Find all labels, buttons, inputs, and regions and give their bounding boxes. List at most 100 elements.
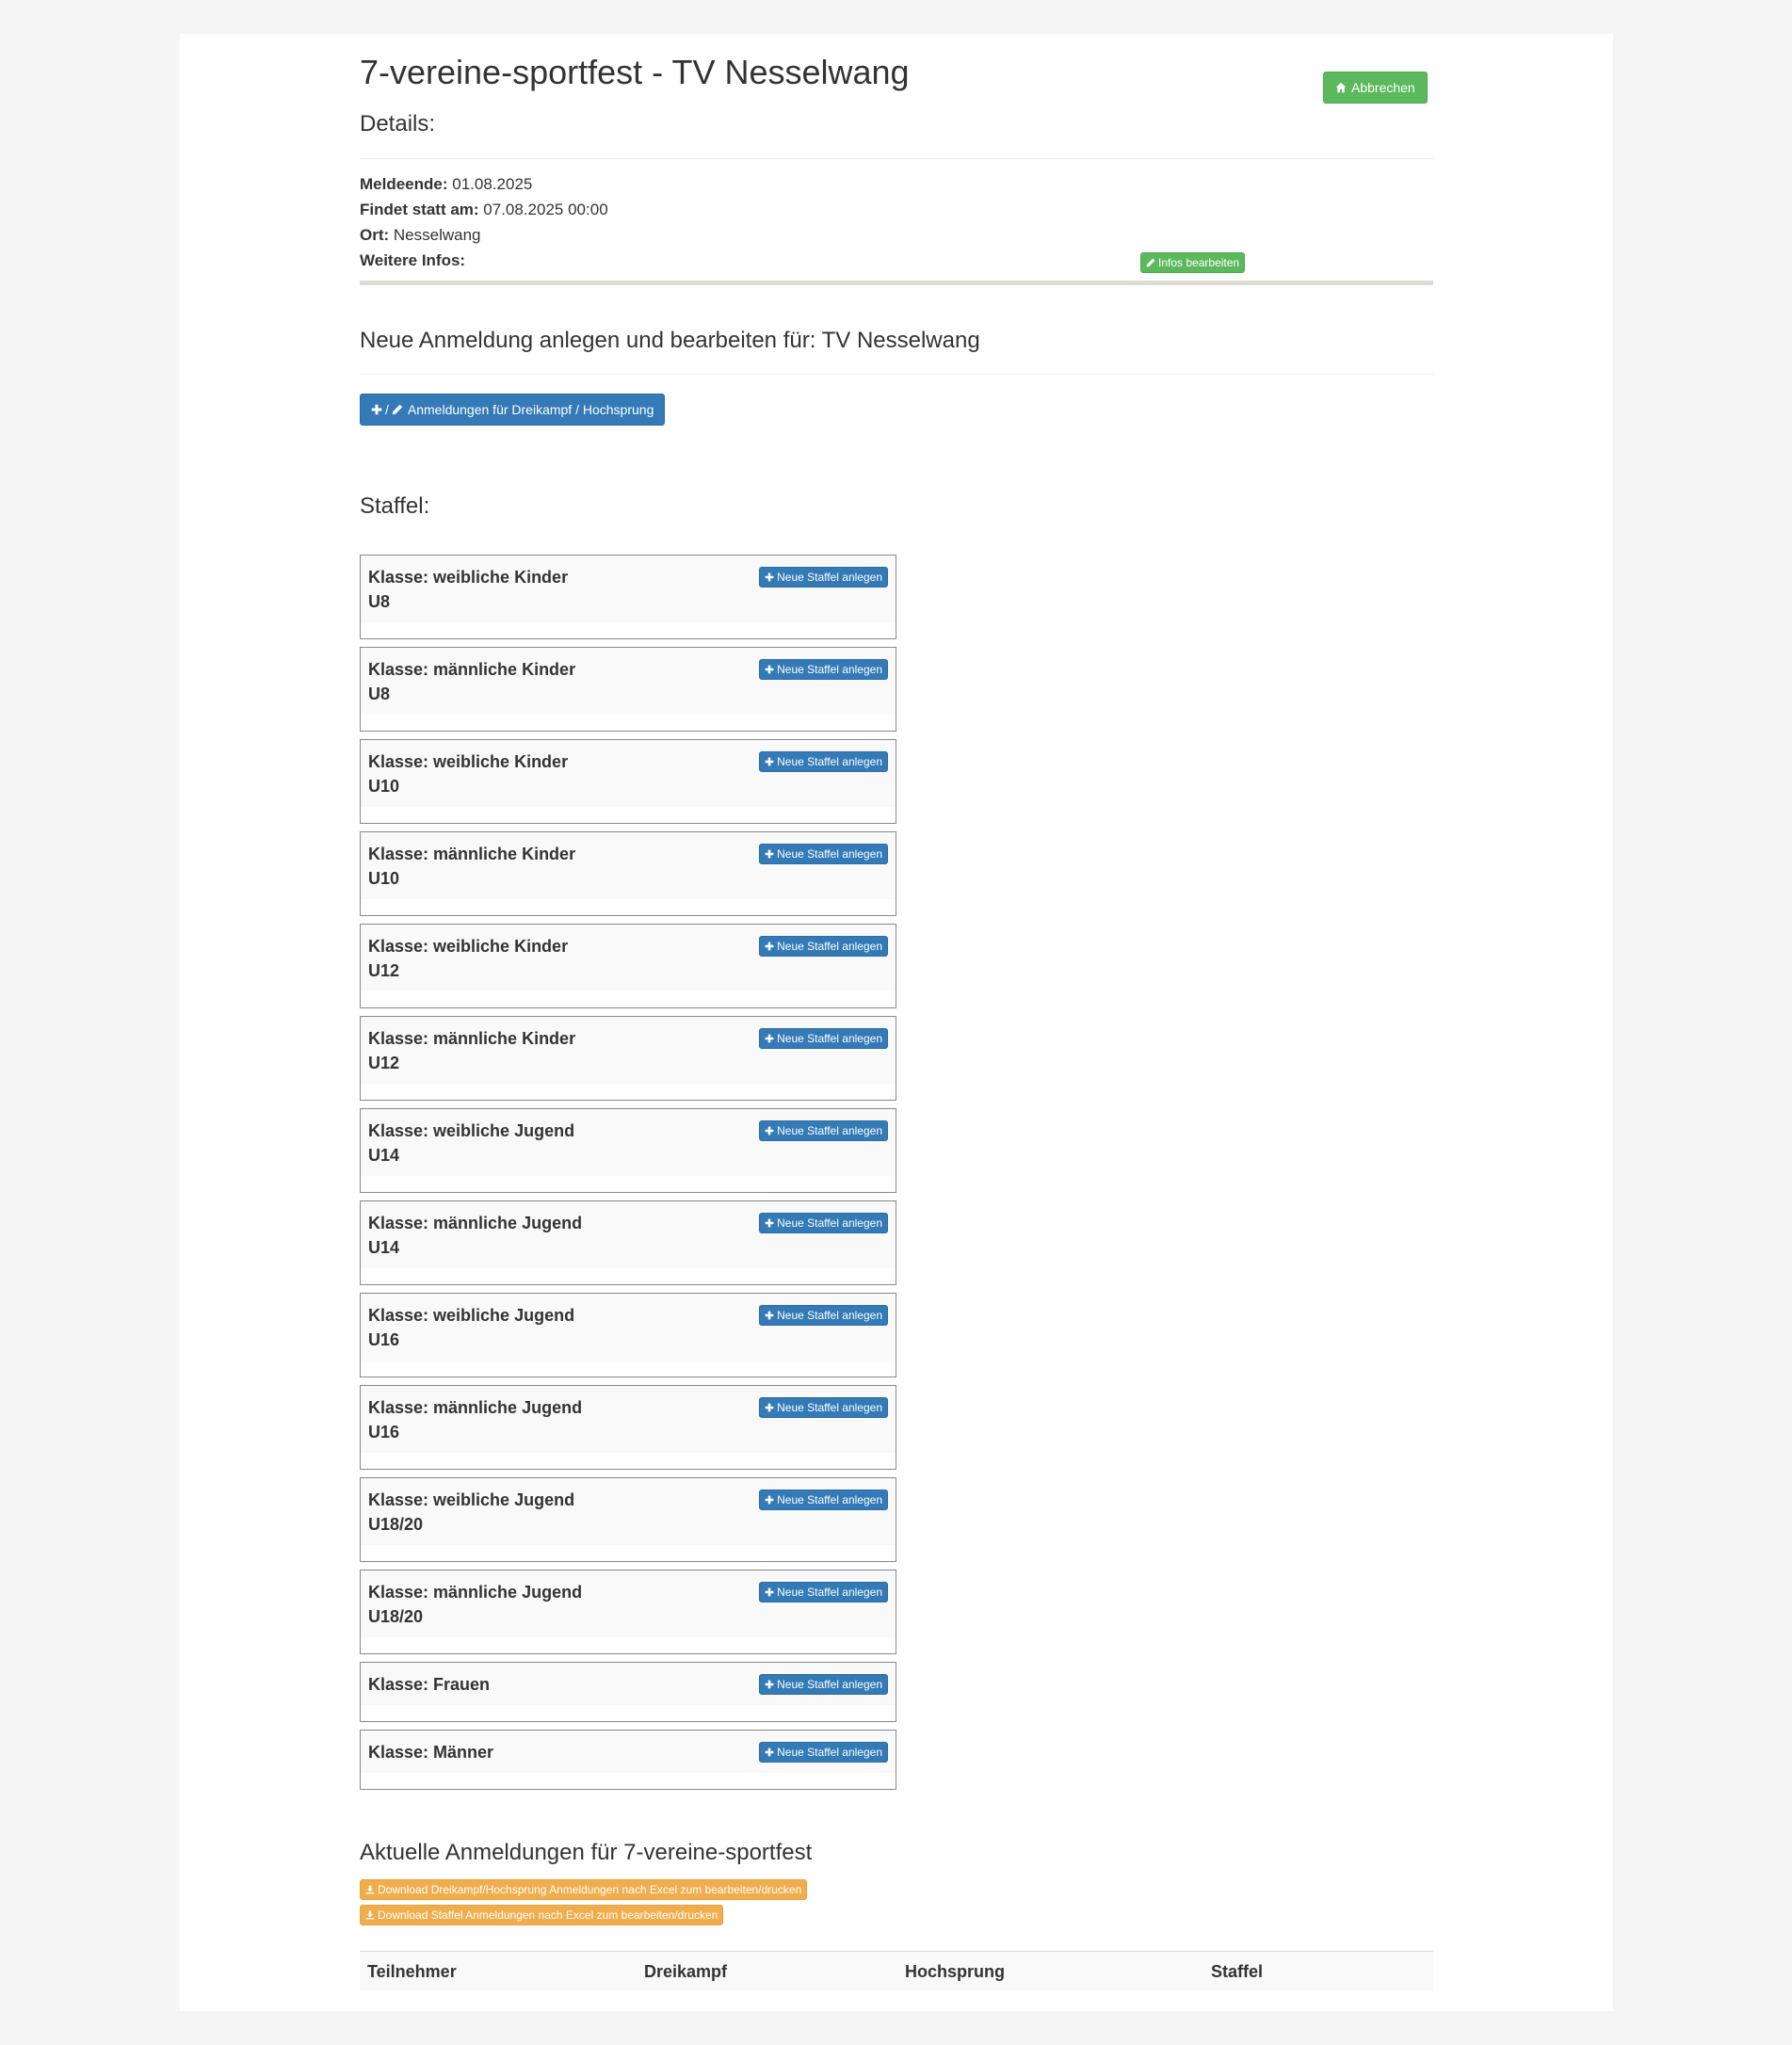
plus-icon xyxy=(765,757,774,766)
staffel-class-title: Klasse: männliche Jugend xyxy=(368,1583,583,1602)
new-staffel-button[interactable]: Neue Staffel anlegen xyxy=(759,1582,888,1602)
plus-icon xyxy=(765,1587,774,1597)
staffel-class-header: Klasse: weibliche Kinder U12 Neue Staffel … xyxy=(361,925,896,991)
new-staffel-label: Neue Staffel anlegen xyxy=(777,755,882,768)
staffel-class-title: Klasse: weibliche Kinder xyxy=(368,752,569,771)
plus-icon xyxy=(765,1495,774,1505)
new-staffel-label: Neue Staffel anlegen xyxy=(777,1493,882,1506)
staffel-class-name: Klasse: weibliche Kinder U12 xyxy=(368,934,632,983)
registration-dreikampf-button[interactable]: / Anmeldungen für Dreikampf / Hochsprung xyxy=(360,394,666,426)
staffel-class-panel: Klasse: weibliche Kinder U12 Neue Staffel … xyxy=(360,924,896,1008)
staffel-class-header: Klasse: männliche Kinder U12 Neue Staffel … xyxy=(361,1017,896,1084)
staffel-class-title: Klasse: männliche Jugend xyxy=(368,1214,583,1232)
staffel-class-title: Klasse: weibliche Jugend xyxy=(368,1121,575,1140)
download-icon xyxy=(365,1910,375,1920)
new-staffel-button[interactable]: Neue Staffel anlegen xyxy=(759,936,888,957)
column-header-teilnehmer: Teilnehmer xyxy=(367,1962,457,1981)
new-staffel-label: Neue Staffel anlegen xyxy=(777,940,882,953)
info-findet-label: Findet statt am: xyxy=(360,201,479,218)
edit-infos-button[interactable]: Infos bearbeiten xyxy=(1140,252,1246,273)
staffel-class-header: Klasse: weibliche Kinder U8 Neue Staffel a… xyxy=(361,556,896,622)
info-weitere-label: Weitere Infos: xyxy=(360,251,466,269)
info-ort-label: Ort: xyxy=(360,226,390,244)
staffel-class-title: Klasse: männliche Kinder xyxy=(368,1029,576,1048)
new-staffel-label: Neue Staffel anlegen xyxy=(777,847,882,861)
staffel-class-name: Klasse: weibliche Jugend U18/20 xyxy=(368,1488,632,1537)
staffel-class-age: U10 xyxy=(368,777,400,796)
staffel-class-panel: Klasse: weibliche Kinder U8 Neue Staffel a… xyxy=(360,555,896,639)
staffel-class-header: Klasse: Frauen Neue Staffel anlegen xyxy=(361,1663,896,1705)
pencil-icon xyxy=(392,404,403,415)
new-staffel-button[interactable]: Neue Staffel anlegen xyxy=(759,1674,888,1695)
new-staffel-label: Neue Staffel anlegen xyxy=(777,1401,882,1414)
new-staffel-button[interactable]: Neue Staffel anlegen xyxy=(759,1397,888,1418)
page-container: 7-vereine-sportfest - TV Nesselwang Abbr… xyxy=(180,34,1613,2011)
staffel-class-header: Klasse: weibliche Kinder U10 Neue Staffel … xyxy=(361,740,896,807)
new-staffel-button[interactable]: Neue Staffel anlegen xyxy=(759,1742,888,1763)
staffel-class-name: Klasse: männliche Jugend U14 xyxy=(368,1211,632,1260)
staffel-class-name: Klasse: weibliche Kinder U10 xyxy=(368,749,632,798)
staffel-class-header: Klasse: männliche Kinder U10 Neue Staffel … xyxy=(361,832,896,899)
new-staffel-label: Neue Staffel anlegen xyxy=(777,1124,882,1137)
staffel-class-name: Klasse: männliche Jugend U16 xyxy=(368,1395,632,1444)
new-staffel-button[interactable]: Neue Staffel anlegen xyxy=(759,567,888,588)
home-icon xyxy=(1335,82,1347,93)
staffel-class-panel: Klasse: weibliche Jugend U18/20 Neue Staff… xyxy=(360,1477,896,1562)
download-dreikampf-button[interactable]: Download Dreikampf/Hochsprung Anmeldunge… xyxy=(360,1879,808,1900)
new-registration-heading: Neue Anmeldung anlegen und bearbeiten fü… xyxy=(360,328,980,353)
download-staffel-label: Download Staffel Anmeldungen nach Excel … xyxy=(378,1908,718,1922)
plus-icon xyxy=(765,1126,774,1135)
divider xyxy=(360,158,1433,159)
column-header-hochsprung: Hochsprung xyxy=(905,1962,1005,1981)
staffel-class-title: Klasse: männliche Jugend xyxy=(368,1398,583,1417)
button-separator: / xyxy=(385,402,389,417)
new-staffel-label: Neue Staffel anlegen xyxy=(777,663,882,676)
new-staffel-button[interactable]: Neue Staffel anlegen xyxy=(759,1120,888,1141)
divider xyxy=(360,374,1433,375)
new-staffel-label: Neue Staffel anlegen xyxy=(777,1216,882,1230)
column-header-dreikampf: Dreikampf xyxy=(644,1962,728,1981)
plus-icon xyxy=(765,665,774,674)
staffel-class-panel: Klasse: männliche Kinder U10 Neue Staffel … xyxy=(360,831,896,916)
staffel-heading: Staffel: xyxy=(360,493,430,519)
new-staffel-button[interactable]: Neue Staffel anlegen xyxy=(759,659,888,680)
staffel-class-panel: Klasse: männliche Kinder U8 Neue Staffel a… xyxy=(360,647,896,732)
staffel-class-panel: Klasse: männliche Kinder U12 Neue Staffel … xyxy=(360,1016,896,1101)
cancel-button[interactable]: Abbrechen xyxy=(1323,72,1428,104)
info-ort-value: Nesselwang xyxy=(393,226,481,244)
info-findet-value: 07.08.2025 00:00 xyxy=(483,201,608,218)
plus-icon xyxy=(765,942,774,951)
download-staffel-button[interactable]: Download Staffel Anmeldungen nach Excel … xyxy=(360,1905,724,1925)
staffel-class-panel: Klasse: Frauen Neue Staffel anlegen xyxy=(360,1662,896,1722)
staffel-class-age: U8 xyxy=(368,592,391,611)
new-staffel-button[interactable]: Neue Staffel anlegen xyxy=(759,1305,888,1326)
plus-icon xyxy=(765,1218,774,1228)
plus-icon xyxy=(371,404,382,415)
registrations-table-header: Teilnehmer Dreikampf Hochsprung Staffel xyxy=(360,1951,1433,1990)
new-staffel-button[interactable]: Neue Staffel anlegen xyxy=(759,1028,888,1049)
plus-icon xyxy=(765,1311,774,1320)
staffel-class-name: Klasse: männliche Jugend U18/20 xyxy=(368,1580,632,1629)
staffel-class-panel: Klasse: weibliche Jugend U14 Neue Staffel … xyxy=(360,1108,896,1193)
staffel-class-header: Klasse: weibliche Jugend U16 Neue Staffel … xyxy=(361,1294,896,1361)
staffel-class-name: Klasse: männliche Kinder U12 xyxy=(368,1026,632,1075)
staffel-class-panel: Klasse: männliche Jugend U18/20 Neue Staff… xyxy=(360,1570,896,1654)
plus-icon xyxy=(765,1747,774,1757)
new-staffel-label: Neue Staffel anlegen xyxy=(777,1032,882,1045)
new-staffel-label: Neue Staffel anlegen xyxy=(777,1586,882,1599)
staffel-class-age: U16 xyxy=(368,1423,400,1441)
new-staffel-button[interactable]: Neue Staffel anlegen xyxy=(759,1213,888,1233)
staffel-class-title: Klasse: Frauen xyxy=(368,1675,491,1694)
new-staffel-label: Neue Staffel anlegen xyxy=(777,1678,882,1691)
info-bar xyxy=(360,281,1433,285)
new-staffel-button[interactable]: Neue Staffel anlegen xyxy=(759,751,888,772)
plus-icon xyxy=(765,1034,774,1043)
staffel-class-name: Klasse: männliche Kinder U10 xyxy=(368,842,632,891)
new-staffel-button[interactable]: Neue Staffel anlegen xyxy=(759,1489,888,1510)
info-meldeende-value: 01.08.2025 xyxy=(452,175,533,193)
download-dreikampf-label: Download Dreikampf/Hochsprung Anmeldunge… xyxy=(378,1883,802,1896)
new-staffel-button[interactable]: Neue Staffel anlegen xyxy=(759,844,888,864)
edit-infos-label: Infos bearbeiten xyxy=(1158,256,1240,269)
staffel-class-title: Klasse: weibliche Kinder xyxy=(368,937,569,956)
new-staffel-label: Neue Staffel anlegen xyxy=(777,1746,882,1759)
